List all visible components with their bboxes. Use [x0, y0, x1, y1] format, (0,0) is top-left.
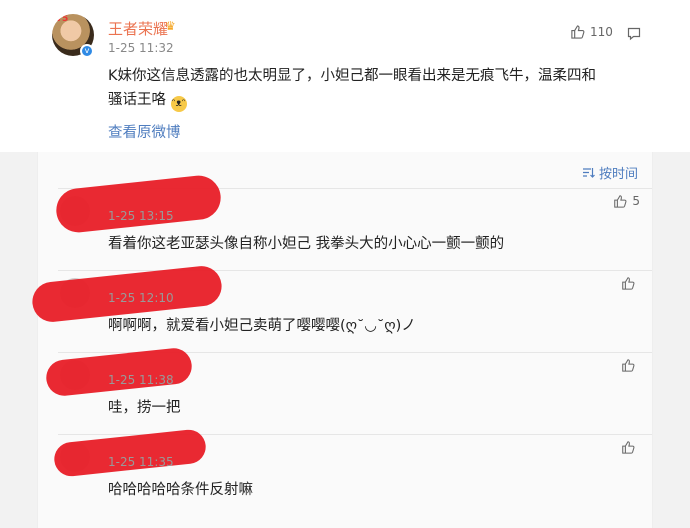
- comment-item: 1-25 11:35 哈哈哈哈哈条件反射嘛: [38, 428, 654, 518]
- comment-time: 1-25 11:35: [108, 455, 174, 469]
- redaction-mark: [52, 428, 208, 478]
- view-original-link[interactable]: 查看原微博: [108, 121, 181, 142]
- comment-time: 1-25 11:38: [108, 373, 174, 387]
- comment-item: 1-25 12:10 啊啊啊，就爱看小妲己卖萌了嘤嘤嘤(ღ˘◡˘ღ)ノ: [30, 264, 654, 354]
- comment-icon[interactable]: [627, 26, 641, 45]
- comment-text: 看着你这老亚瑟头像自称小妲己 我拳头大的小心心一颤一颤的: [108, 236, 505, 252]
- comment-time: 1-25 12:10: [108, 291, 174, 305]
- crown-icon: ♛: [165, 19, 176, 33]
- comment-like-count: 5: [632, 194, 640, 208]
- comment-like-button[interactable]: [621, 440, 640, 454]
- comment-text: 哇，捞一把: [108, 400, 181, 416]
- thumbs-up-icon: [571, 25, 585, 39]
- comment-time: 1-25 13:15: [108, 209, 174, 223]
- post-text: K妹你这信息透露的也太明显了，小妲己都一眼看出来是无痕飞牛，温柔四和骚话王咯 ᵔ…: [108, 64, 598, 112]
- sort-by-time-button[interactable]: 按时间: [582, 163, 638, 182]
- thumbs-up-icon: [614, 195, 627, 208]
- comment-item: 1-25 11:38 哇，捞一把: [38, 346, 654, 436]
- comment-like-button[interactable]: [621, 276, 640, 290]
- post-time: 1-25 11:32: [108, 41, 174, 55]
- comments-list: 按时间 1-25 13:15 5 看着你这老亚瑟头像自称小妲己 我拳头大的小心心…: [30, 152, 654, 528]
- verified-badge-icon: v: [80, 44, 94, 58]
- comment-item: 1-25 13:15 5 看着你这老亚瑟头像自称小妲己 我拳头大的小心心一颤一颤…: [38, 173, 654, 272]
- post-username[interactable]: 王者荣耀: [108, 18, 168, 39]
- original-post: V5 v 王者荣耀 ♛ 1-25 11:32 110 K妹你这信息透露的也太明显…: [0, 0, 690, 152]
- post-like-button[interactable]: 110: [570, 24, 613, 39]
- sort-label: 按时间: [598, 167, 638, 182]
- thumbs-up-icon: [622, 359, 635, 372]
- doge-emoji-icon: ᵔᴥᵔ: [170, 96, 187, 112]
- avatar-badge-icon: V5: [55, 14, 69, 24]
- comment-text: 哈哈哈哈哈条件反射嘛: [108, 482, 253, 498]
- comment-like-button[interactable]: 5: [613, 194, 640, 208]
- redaction-mark: [44, 346, 194, 398]
- comment-text: 啊啊啊，就爱看小妲己卖萌了嘤嘤嘤(ღ˘◡˘ღ)ノ: [108, 318, 416, 334]
- redaction-mark: [54, 173, 223, 235]
- post-like-count: 110: [590, 24, 613, 39]
- sort-icon: [582, 168, 595, 178]
- thumbs-up-icon: [622, 277, 635, 290]
- thumbs-up-icon: [622, 441, 635, 454]
- comments-area: 按时间 1-25 13:15 5 看着你这老亚瑟头像自称小妲己 我拳头大的小心心…: [0, 152, 690, 528]
- comment-like-button[interactable]: [621, 358, 640, 372]
